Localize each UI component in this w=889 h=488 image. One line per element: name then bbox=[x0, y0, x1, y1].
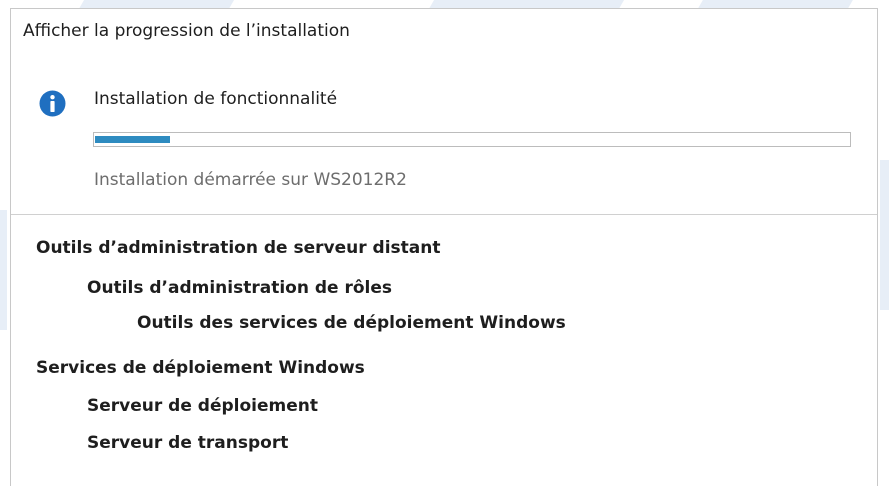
background-shape bbox=[0, 210, 7, 330]
feature-item-role-admin-tools: Outils d’administration de rôles bbox=[87, 278, 393, 298]
status-heading: Installation de fonctionnalité bbox=[94, 89, 338, 109]
features-list: Outils d’administration de serveur dista… bbox=[11, 214, 877, 488]
installation-progress-bar bbox=[93, 132, 851, 147]
feature-item-remote-admin-tools: Outils d’administration de serveur dista… bbox=[36, 238, 441, 258]
feature-item-deployment-server: Serveur de déploiement bbox=[87, 396, 318, 416]
progress-fill bbox=[95, 136, 170, 143]
dialog-title: Afficher la progression de l’installatio… bbox=[23, 21, 350, 41]
installation-progress-dialog: Afficher la progression de l’installatio… bbox=[10, 8, 878, 488]
background-shape bbox=[880, 160, 889, 310]
feature-item-wds-tools: Outils des services de déploiement Windo… bbox=[137, 313, 566, 333]
feature-item-wds: Services de déploiement Windows bbox=[36, 358, 365, 378]
feature-item-transport-server: Serveur de transport bbox=[87, 433, 289, 453]
status-detail: Installation démarrée sur WS2012R2 bbox=[94, 170, 407, 190]
info-icon bbox=[39, 90, 66, 117]
